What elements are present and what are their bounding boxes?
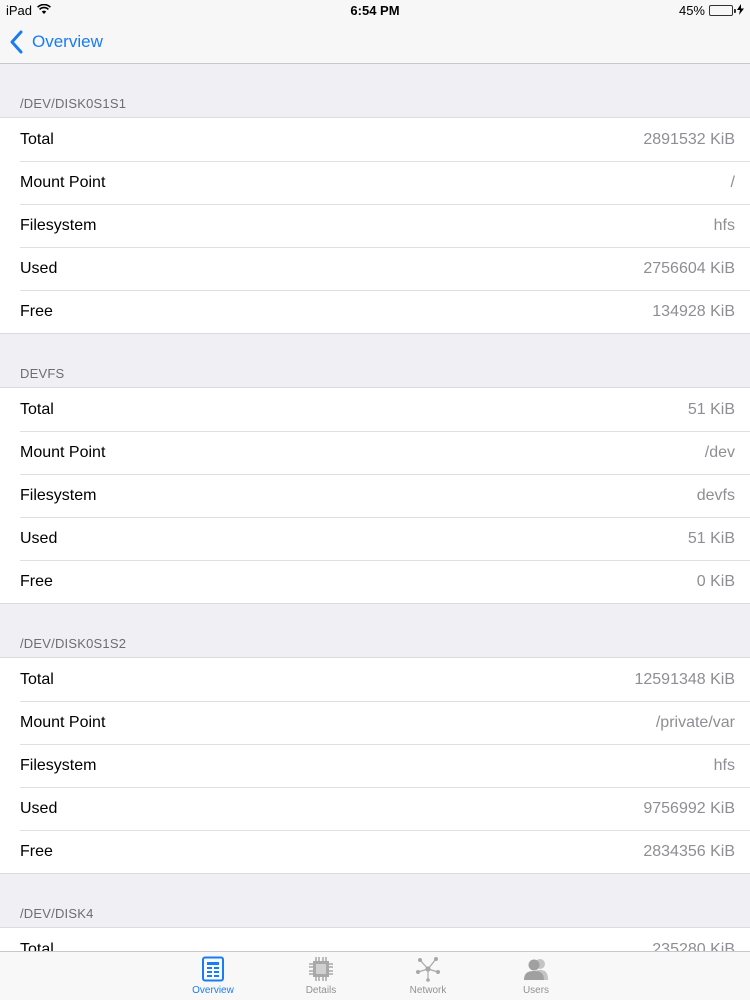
row-value: 2891532 KiB <box>643 130 735 148</box>
row-label: Filesystem <box>20 756 97 774</box>
row-value: 12591348 KiB <box>634 670 735 688</box>
row-label: Used <box>20 259 58 277</box>
row-value: devfs <box>696 486 735 504</box>
row-label: Mount Point <box>20 173 106 191</box>
tab-label: Users <box>522 985 550 996</box>
table-row: Free 0 KiB <box>0 560 750 603</box>
row-label: Total <box>20 400 54 418</box>
table-row: Mount Point/dev <box>0 431 750 474</box>
table-row: Total 2891532 KiB <box>0 118 750 161</box>
table-row: Used 9756992 KiB <box>0 787 750 830</box>
table-row: Total 235280 KiB <box>0 928 750 952</box>
row-label: Total <box>20 670 54 688</box>
battery-percent: 45% <box>678 3 705 18</box>
row-label: Filesystem <box>20 216 97 234</box>
table-row: Used 51 KiB <box>0 517 750 560</box>
row-value: 51 KiB <box>687 400 735 418</box>
users-icon <box>496 956 576 982</box>
row-value: hfs <box>713 216 735 234</box>
table-row: Total 51 KiB <box>0 388 750 431</box>
row-label: Filesystem <box>20 486 97 504</box>
row-value: 2834356 KiB <box>643 842 735 860</box>
table-row: Used 2756604 KiB <box>0 247 750 290</box>
tab-overview[interactable]: Overview <box>173 956 253 996</box>
overview-icon <box>173 956 253 982</box>
row-value: 235280 KiB <box>652 940 735 952</box>
section-header: /DEV/DISK0S1S1 <box>20 96 127 111</box>
navigation-bar: Overview <box>0 22 750 64</box>
tab-label: Overview <box>192 985 234 996</box>
section-header: DEVFS <box>20 366 65 381</box>
row-value: 0 KiB <box>696 572 735 590</box>
row-value: 9756992 KiB <box>643 799 735 817</box>
row-label: Total <box>20 940 54 952</box>
status-bar: iPad 6:54 PM 45% <box>0 0 750 22</box>
row-value: hfs <box>713 756 735 774</box>
tab-details[interactable]: Details <box>281 956 361 996</box>
row-value: /dev <box>704 443 735 461</box>
back-button-label: Overview <box>32 32 103 51</box>
row-value: /private/var <box>655 713 735 731</box>
row-label: Mount Point <box>20 443 106 461</box>
chip-icon <box>281 956 361 982</box>
table-row: Total 12591348 KiB <box>0 658 750 701</box>
table-row: Free 134928 KiB <box>0 290 750 333</box>
disk-list[interactable]: /DEV/DISK0S1S1 Total 2891532 KiB Mount Po… <box>0 64 750 951</box>
row-label: Mount Point <box>20 713 106 731</box>
battery-icon <box>709 5 736 16</box>
row-label: Free <box>20 302 53 320</box>
row-value: 2756604 KiB <box>643 259 735 277</box>
row-label: Free <box>20 572 53 590</box>
section-group: Total 12591348 KiB Mount Point/private/va… <box>0 657 750 874</box>
table-row: Filesystem hfs <box>0 744 750 787</box>
table-row: Mount Point / <box>0 161 750 204</box>
row-label: Used <box>20 529 58 547</box>
table-row: Filesystem hfs <box>0 204 750 247</box>
row-label: Used <box>20 799 58 817</box>
tab-users[interactable]: Users <box>496 956 576 996</box>
status-right: 45% <box>679 3 744 18</box>
row-label: Total <box>20 130 54 148</box>
tab-label: Details <box>305 985 337 996</box>
table-row: Mount Point/private/var <box>0 701 750 744</box>
chevron-left-icon <box>10 30 32 54</box>
section-group: Total 2891532 KiB Mount Point / Filesystem… <box>0 117 750 334</box>
section-group: Total 51 KiB Mount Point/dev Filesystem de… <box>0 387 750 604</box>
tab-label: Network <box>409 985 447 996</box>
table-row: Free 2834356 KiB <box>0 830 750 873</box>
tab-bar: Overview Details Network Users <box>0 951 750 1000</box>
row-value: 51 KiB <box>687 529 735 547</box>
back-button[interactable]: Overview <box>10 30 103 54</box>
network-icon <box>388 956 468 982</box>
status-time: 6:54 PM <box>350 3 400 18</box>
tab-network[interactable]: Network <box>388 956 468 996</box>
section-group: Total 235280 KiB <box>0 927 750 951</box>
table-row: Filesystem devfs <box>0 474 750 517</box>
row-label: Free <box>20 842 53 860</box>
charging-bolt-icon <box>737 3 744 18</box>
section-header: /DEV/DISK4 <box>20 906 94 921</box>
row-value: 134928 KiB <box>652 302 735 320</box>
row-value: / <box>730 173 735 191</box>
section-header: /DEV/DISK0S1S2 <box>20 636 127 651</box>
